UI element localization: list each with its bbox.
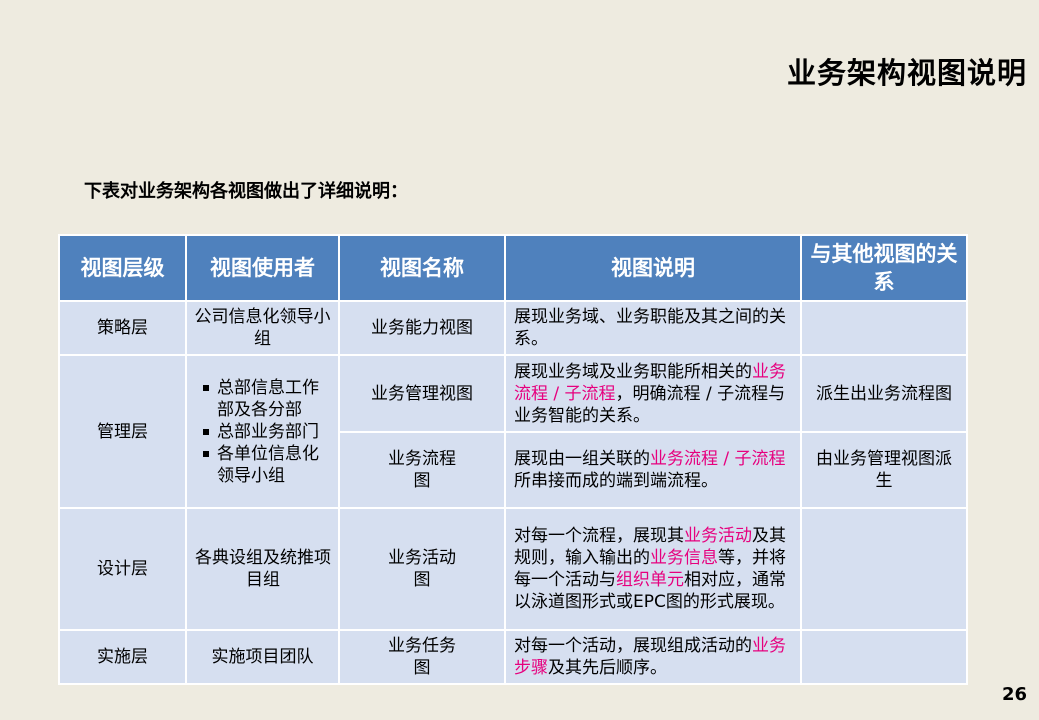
cell-description: 展现业务域、业务职能及其之间的关系。 — [504, 300, 802, 356]
cell-relation: 派生出业务流程图 — [800, 354, 968, 433]
highlight-text: 业务活动 — [684, 526, 752, 546]
cell-view-name: 业务管理视图 — [338, 354, 506, 433]
description-text: 展现业务域及业务职能所相关的 — [514, 361, 752, 382]
list-item: 总部业务部门 — [203, 421, 332, 443]
cell-users: 公司信息化领导小组 — [185, 300, 340, 356]
header-view-level: 视图层级 — [58, 234, 187, 302]
table-row: 实施层 实施项目团队 业务任务图 对每一个活动，展现组成活动的业务步骤及其先后顺… — [58, 629, 968, 685]
view-name-text: 业务活动图 — [388, 548, 456, 590]
header-view-relation: 与其他视图的关系 — [800, 234, 968, 302]
cell-relation — [800, 300, 968, 356]
list-item: 总部信息工作部及各分部 — [203, 377, 332, 421]
cell-relation — [800, 629, 968, 685]
cell-level: 管理层 — [58, 354, 187, 509]
users-text: 各典设组及统推项目组 — [195, 548, 331, 590]
cell-description: 对每一个流程，展现其业务活动及其规则，输入输出的业务信息等，并将每一个活动与组织… — [504, 507, 802, 631]
table-header-row: 视图层级 视图使用者 视图名称 视图说明 与其他视图的关系 — [58, 234, 968, 302]
description-text: 对每一个活动，展现组成活动的 — [514, 636, 752, 656]
cell-view-name: 业务任务图 — [338, 629, 506, 685]
description-text: 及其先后顺序。 — [548, 658, 667, 678]
page-number: 26 — [1001, 684, 1027, 705]
page-title: 业务架构视图说明 — [786, 56, 1027, 90]
cell-users: 各典设组及统推项目组 — [185, 507, 340, 631]
cell-relation: 由业务管理视图派生 — [800, 431, 968, 509]
cell-level: 设计层 — [58, 507, 187, 631]
cell-level: 实施层 — [58, 629, 187, 685]
view-name-text: 业务流程图 — [388, 449, 456, 491]
cell-description: 展现由一组关联的业务流程 / 子流程所串接而成的端到端流程。 — [504, 431, 802, 509]
view-description-table: 视图层级 视图使用者 视图名称 视图说明 与其他视图的关系 策略层 公司信息化领… — [58, 234, 968, 685]
description-text: 所串接而成的端到端流程。 — [514, 471, 718, 491]
description-text: 对每一个流程，展现其 — [514, 526, 684, 546]
cell-level: 策略层 — [58, 300, 187, 356]
header-view-description: 视图说明 — [504, 234, 802, 302]
list-item: 各单位信息化领导小组 — [203, 443, 332, 487]
highlight-text: 组织单元 — [616, 570, 684, 590]
description-text: 展现由一组关联的 — [514, 449, 650, 469]
header-view-name: 视图名称 — [338, 234, 506, 302]
cell-description: 展现业务域及业务职能所相关的业务流程 / 子流程，明确流程 / 子流程与业务智能… — [504, 354, 802, 433]
cell-view-name: 业务流程图 — [338, 431, 506, 509]
highlight-text: 业务信息 — [650, 548, 718, 568]
table-row: 策略层 公司信息化领导小组 业务能力视图 展现业务域、业务职能及其之间的关系。 — [58, 300, 968, 356]
intro-text: 下表对业务架构各视图做出了详细说明： — [84, 181, 408, 202]
highlight-text: 业务流程 / 子流程 — [650, 449, 786, 469]
cell-view-name: 业务活动图 — [338, 507, 506, 631]
cell-users: 总部信息工作部及各分部 总部业务部门 各单位信息化领导小组 — [185, 354, 340, 509]
cell-description: 对每一个活动，展现组成活动的业务步骤及其先后顺序。 — [504, 629, 802, 685]
table-row: 设计层 各典设组及统推项目组 业务活动图 对每一个流程，展现其业务活动及其规则，… — [58, 507, 968, 631]
cell-view-name: 业务能力视图 — [338, 300, 506, 356]
view-name-text: 业务任务图 — [388, 636, 456, 678]
header-view-users: 视图使用者 — [185, 234, 340, 302]
cell-users: 实施项目团队 — [185, 629, 340, 685]
cell-relation — [800, 507, 968, 631]
users-list: 总部信息工作部及各分部 总部业务部门 各单位信息化领导小组 — [193, 377, 332, 487]
table-row: 管理层 总部信息工作部及各分部 总部业务部门 各单位信息化领导小组 业务管理视图… — [58, 354, 968, 509]
